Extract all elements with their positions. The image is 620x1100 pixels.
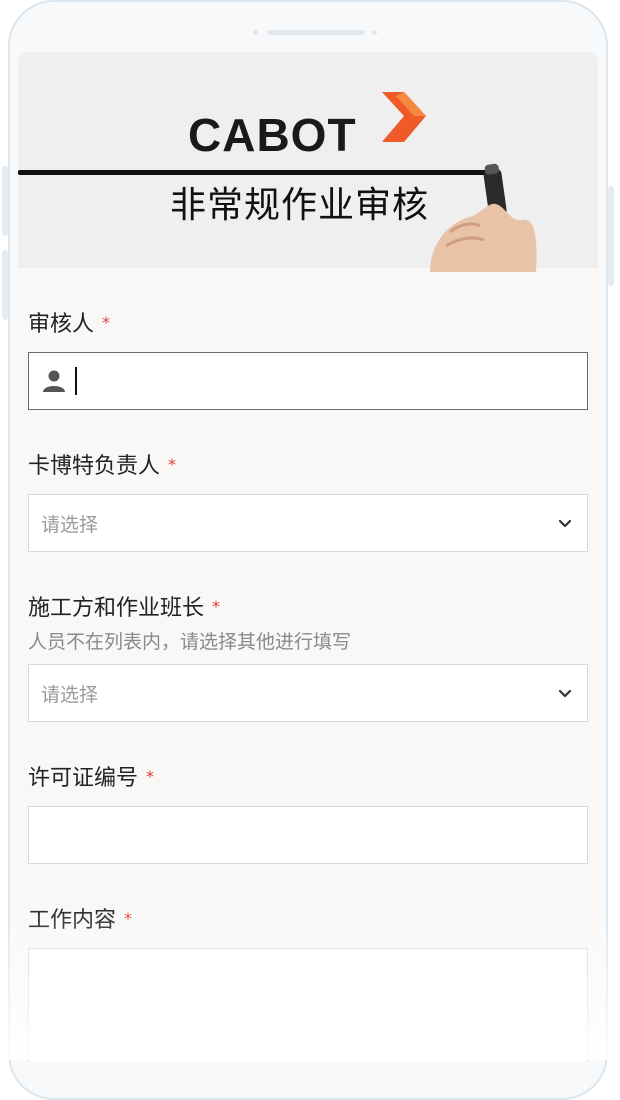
page-title: 非常规作业审核 xyxy=(170,185,430,226)
work-content-textarea[interactable] xyxy=(28,948,588,1062)
phone-camera xyxy=(372,30,377,35)
screen: CABOT 非常规作业审核 审核人 * 卡博特负责人 * 请选择 施工方和作业班… xyxy=(18,52,598,1062)
cabot-owner-select[interactable]: 请选择 xyxy=(28,494,588,552)
permit-number-label-text: 许可证编号 xyxy=(28,766,139,791)
volume-down-button xyxy=(2,250,8,320)
phone-sensor xyxy=(253,30,258,35)
text-cursor xyxy=(75,367,77,395)
contractor-leader-label-text: 施工方和作业班长 xyxy=(28,596,205,621)
volume-up-button xyxy=(2,166,8,236)
header-banner: CABOT 非常规作业审核 xyxy=(18,52,598,272)
reviewer-label: 审核人 * xyxy=(28,308,588,338)
permit-number-input[interactable] xyxy=(28,806,588,864)
required-mark: * xyxy=(146,767,155,786)
required-mark: * xyxy=(102,313,111,332)
cabot-logo-mark xyxy=(382,92,426,142)
chevron-down-icon xyxy=(558,689,572,698)
power-button xyxy=(608,186,614,286)
permit-number-label: 许可证编号 * xyxy=(28,762,588,792)
contractor-leader-placeholder: 请选择 xyxy=(41,683,99,706)
hand-with-marker-image xyxy=(430,163,537,272)
work-content-label: 工作内容 * xyxy=(28,904,588,934)
cabot-owner-label-text: 卡博特负责人 xyxy=(28,454,161,479)
reviewer-label-text: 审核人 xyxy=(28,312,95,337)
cabot-owner-placeholder: 请选择 xyxy=(41,513,99,536)
phone-speaker xyxy=(267,30,365,35)
cabot-logo-text: CABOT xyxy=(188,109,357,161)
user-icon xyxy=(43,370,65,392)
required-mark: * xyxy=(124,909,133,928)
reviewer-input[interactable] xyxy=(28,352,588,410)
contractor-leader-select[interactable]: 请选择 xyxy=(28,664,588,722)
required-mark: * xyxy=(212,597,221,616)
chevron-down-icon xyxy=(558,519,572,528)
required-mark: * xyxy=(168,455,177,474)
work-content-label-text: 工作内容 xyxy=(28,908,117,933)
contractor-leader-hint: 人员不在列表内，请选择其他进行填写 xyxy=(28,631,352,653)
contractor-leader-label: 施工方和作业班长 * xyxy=(28,592,588,622)
cabot-owner-label: 卡博特负责人 * xyxy=(28,450,588,480)
audit-form: 审核人 * 卡博特负责人 * 请选择 施工方和作业班长 * 人员不在列表内，请选择其他… xyxy=(18,308,598,1062)
